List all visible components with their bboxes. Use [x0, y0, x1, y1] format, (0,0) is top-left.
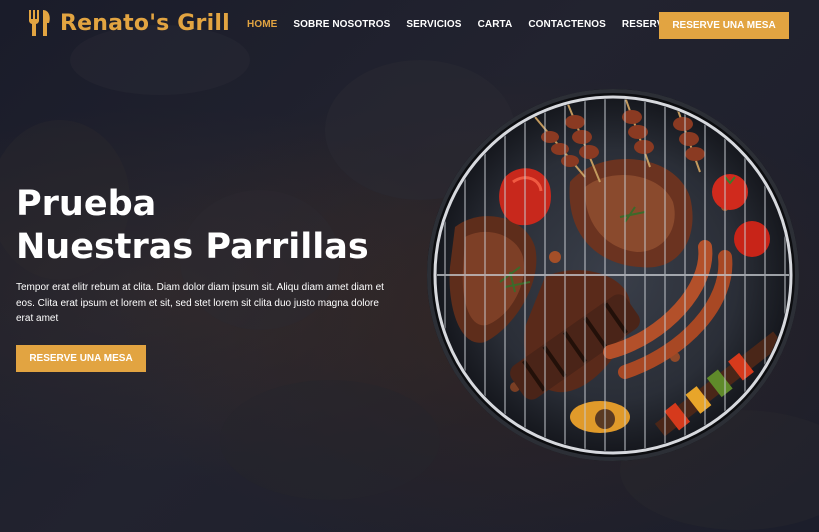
nav-carta[interactable]: CARTA — [478, 19, 513, 30]
nav-servicios[interactable]: SERVICIOS — [406, 19, 461, 30]
hero-title: Prueba Nuestras Parrillas — [16, 183, 369, 269]
hero-description: Tempor erat elitr rebum at clita. Diam d… — [16, 282, 384, 324]
nav-contactenos[interactable]: CONTACTENOS — [528, 19, 606, 30]
brand-name: Renato's Grill — [60, 10, 230, 36]
utensils-icon — [29, 10, 50, 36]
nav-home[interactable]: HOME — [247, 19, 277, 30]
reserve-table-button-hero[interactable]: RESERVE UNA MESA — [16, 345, 146, 372]
brand-logo[interactable]: Renato's Grill — [28, 9, 230, 37]
grill-image — [427, 89, 799, 461]
navbar: Renato's Grill HOME SOBRE NOSOTROS SERVI… — [0, 0, 819, 50]
reserve-table-button-nav[interactable]: RESERVE UNA MESA — [659, 12, 789, 39]
nav-sobre-nosotros[interactable]: SOBRE NOSOTROS — [293, 19, 390, 30]
hero-title-line-1: Prueba — [16, 184, 157, 224]
hero-title-line-2: Nuestras Parrillas — [16, 227, 369, 267]
main-menu: HOME SOBRE NOSOTROS SERVICIOS CARTA CONT… — [247, 19, 725, 30]
page: Renato's Grill HOME SOBRE NOSOTROS SERVI… — [0, 0, 819, 532]
